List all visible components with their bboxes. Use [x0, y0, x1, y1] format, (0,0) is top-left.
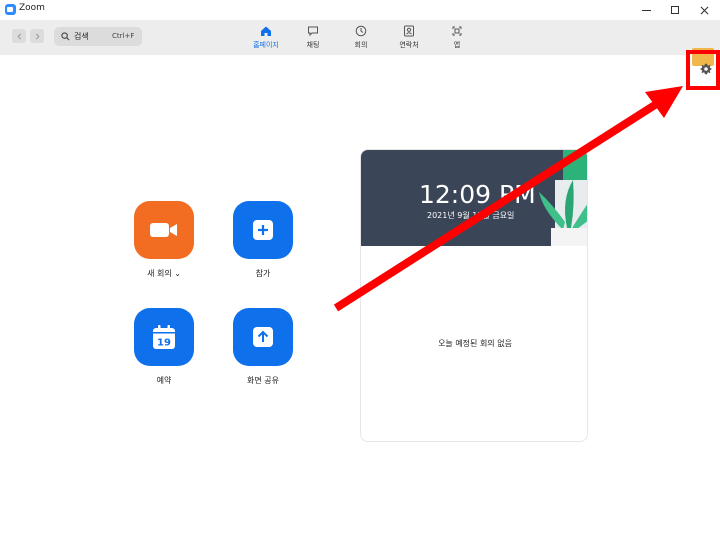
join-button[interactable]: 참가 [233, 201, 293, 279]
tab-chat[interactable]: 채팅 [300, 25, 326, 53]
clock-icon [355, 25, 367, 37]
annotation-highlight-box [686, 50, 720, 90]
plus-icon [253, 220, 273, 240]
top-toolbar: 검색 Ctrl+F 홈페이지 채팅 회의 연락처 앱 [0, 20, 720, 66]
maximize-button[interactable] [661, 0, 689, 20]
zoom-logo-icon [5, 4, 16, 15]
annotation-arrowhead [645, 86, 683, 118]
home-icon [261, 26, 271, 36]
forward-button[interactable] [30, 29, 44, 43]
share-screen-tile[interactable] [233, 308, 293, 366]
chat-icon [308, 26, 318, 37]
current-date: 2021년 9월 17일 금요일 [427, 211, 515, 220]
tab-label: 채팅 [306, 41, 320, 49]
new-meeting-label: 새 회의 ⌄ [147, 269, 181, 278]
tab-label: 회의 [354, 41, 368, 49]
join-label: 참가 [255, 269, 271, 278]
window-title: Zoom [19, 3, 45, 13]
chevron-left-icon [16, 33, 21, 39]
tab-home[interactable]: 홈페이지 [248, 25, 284, 53]
maximize-icon [671, 6, 679, 14]
video-camera-icon [150, 223, 177, 237]
chevron-right-icon [35, 33, 40, 39]
minimize-button[interactable] [632, 0, 660, 20]
tab-contacts[interactable]: 연락처 [392, 25, 426, 53]
search-shortcut-hint: Ctrl+F [112, 32, 135, 40]
share-screen-button[interactable]: 화면 공유 [233, 308, 293, 386]
window-titlebar: Zoom [0, 0, 720, 20]
search-placeholder: 검색 [74, 32, 89, 41]
minimize-icon [641, 9, 651, 11]
plant-illustration-icon [539, 150, 587, 246]
contacts-icon [404, 25, 414, 37]
tab-label: 연락처 [399, 41, 419, 49]
tab-apps[interactable]: 앱 [444, 25, 470, 53]
close-button[interactable] [690, 0, 718, 20]
calendar-icon: 19 [153, 325, 175, 349]
schedule-button[interactable]: 19 예약 [134, 308, 194, 386]
no-meetings-message: 오늘 예정된 회의 없음 [438, 339, 512, 348]
share-arrow-up-icon [253, 327, 273, 347]
new-meeting-button[interactable]: 새 회의 ⌄ [134, 201, 194, 279]
tab-label: 앱 [453, 41, 461, 49]
back-button[interactable] [12, 29, 26, 43]
apps-icon [452, 26, 462, 36]
new-meeting-tile[interactable] [134, 201, 194, 259]
card-header: 12:09 PM 2021년 9월 17일 금요일 [361, 150, 587, 246]
schedule-label: 예약 [156, 376, 172, 385]
schedule-tile[interactable]: 19 [134, 308, 194, 366]
tab-label: 홈페이지 [253, 41, 279, 49]
close-icon [700, 6, 708, 14]
upcoming-meetings-card: 12:09 PM 2021년 9월 17일 금요일 오늘 예정된 회의 없음 [360, 149, 588, 442]
search-icon [61, 32, 70, 41]
join-tile[interactable] [233, 201, 293, 259]
share-screen-label: 화면 공유 [247, 376, 279, 385]
calendar-day: 19 [157, 338, 171, 349]
tab-meeting[interactable]: 회의 [348, 25, 374, 53]
current-time: 12:09 PM [419, 180, 536, 209]
search-input[interactable]: 검색 Ctrl+F [54, 27, 142, 46]
